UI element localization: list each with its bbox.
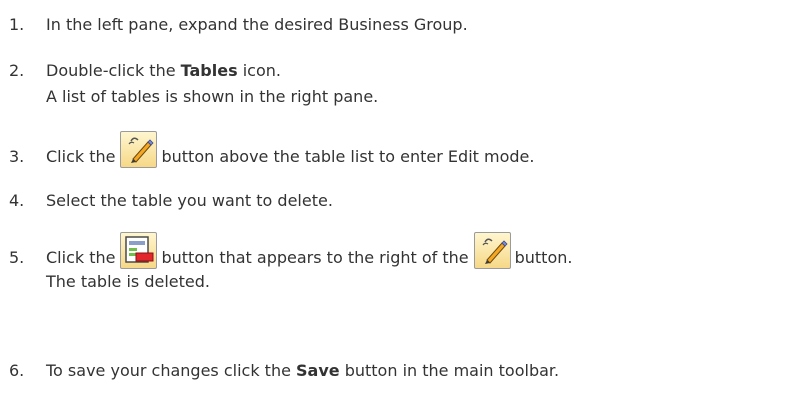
step-number: 5. — [9, 248, 25, 267]
step-result: The table is deleted. — [46, 272, 210, 291]
step-text: Double-click the Tables icon. — [46, 61, 281, 80]
step-number: 6. — [9, 361, 25, 380]
step-number: 4. — [9, 191, 25, 210]
step-text: To save your changes click the Save butt… — [46, 361, 560, 380]
step-body: Click the button above the table list to… — [46, 126, 803, 168]
step-text: Select the table you want to delete. — [46, 191, 333, 210]
step-body: To save your changes click the Save butt… — [46, 360, 803, 382]
step-body: Click the button that appears to the rig… — [46, 227, 803, 293]
step-number: 1. — [9, 15, 25, 34]
step-body: Double-click the Tables icon. A list of … — [46, 60, 803, 108]
edit-mode-icon[interactable] — [473, 232, 511, 269]
step-number: 3. — [9, 147, 25, 166]
delete-table-icon[interactable] — [120, 232, 158, 269]
step-body: In the left pane, expand the desired Bus… — [46, 14, 803, 36]
step-number: 2. — [9, 61, 25, 80]
step-body: Select the table you want to delete. — [46, 190, 803, 212]
instruction-list: 1. In the left pane, expand the desired … — [0, 0, 803, 393]
step-result: A list of tables is shown in the right p… — [46, 87, 379, 106]
edit-mode-icon[interactable] — [120, 131, 158, 168]
save-label: Save — [296, 361, 340, 380]
step-text: In the left pane, expand the desired Bus… — [46, 15, 468, 34]
tables-label: Tables — [180, 61, 238, 80]
